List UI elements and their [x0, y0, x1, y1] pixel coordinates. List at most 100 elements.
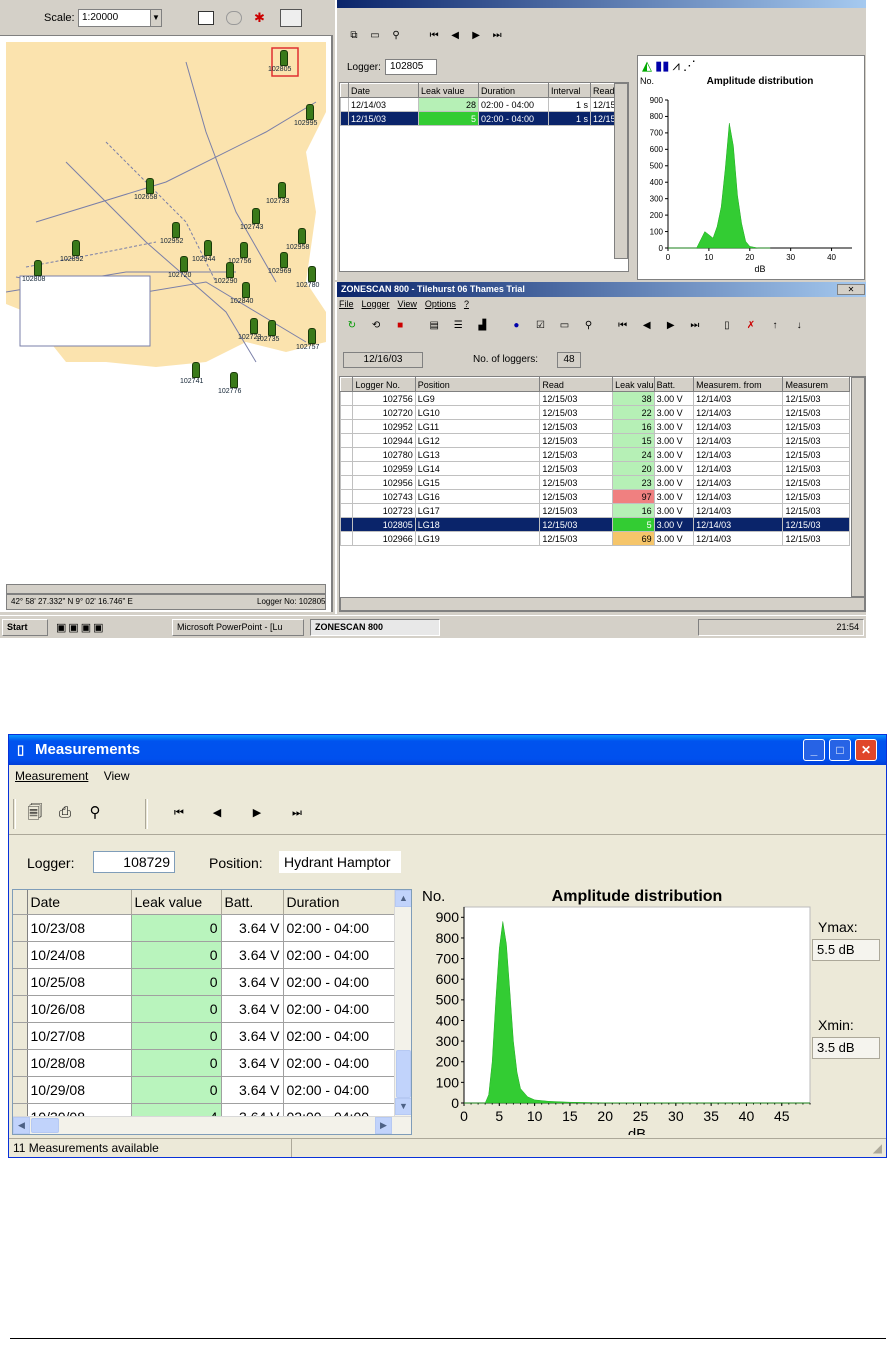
print-icon[interactable]: ▭ — [556, 318, 574, 334]
column-header[interactable]: Duration — [283, 890, 395, 915]
table-row[interactable]: 102952 LG11 12/15/03 16 3.00 V 12/14/03 12/15/… — [340, 419, 850, 434]
scroll-up-icon[interactable]: ▲ — [395, 890, 411, 907]
map-hscrollbar[interactable] — [6, 584, 326, 594]
logger-pin[interactable] — [252, 208, 260, 224]
logger-pin[interactable] — [72, 240, 80, 256]
logger-pin[interactable] — [242, 282, 250, 298]
column-header[interactable]: Measurem. from — [693, 377, 784, 392]
minimize-button[interactable]: _ — [803, 739, 825, 761]
logger-field[interactable]: 108729 — [93, 851, 175, 873]
first-icon[interactable]: ⏮ — [614, 318, 632, 334]
last-record-icon[interactable]: ⏭ — [285, 801, 309, 825]
table-row[interactable]: 102805 LG18 12/15/03 5 3.00 V 12/14/03 12/15/0… — [340, 517, 850, 532]
scatter-chart-icon[interactable]: ⋰ — [683, 58, 696, 74]
table-row[interactable]: 10/23/08 0 3.64 V 02:00 - 04:00 — [13, 914, 395, 942]
menu-view[interactable]: View — [104, 769, 130, 783]
column-header[interactable]: Interval — [548, 83, 591, 98]
loggers-hscroll[interactable] — [340, 597, 865, 611]
table-row[interactable]: 10/29/08 0 3.64 V 02:00 - 04:00 — [13, 1076, 395, 1104]
print-icon[interactable]: ▭ — [366, 28, 384, 44]
next-icon[interactable]: ▶ — [467, 28, 485, 44]
table-row[interactable]: 102956 LG15 12/15/03 23 3.00 V 12/14/03 12/15/… — [340, 475, 850, 490]
logger-icon[interactable]: ▯ — [718, 318, 736, 334]
start-button[interactable]: Start — [2, 619, 48, 636]
logger-pin[interactable] — [226, 262, 234, 278]
maximize-button[interactable]: □ — [829, 739, 851, 761]
scroll-left-icon[interactable]: ◀ — [13, 1117, 30, 1134]
pin-icon[interactable]: ✱ — [254, 10, 270, 26]
down-icon[interactable]: ↓ — [790, 318, 808, 334]
previous-record-icon[interactable]: ◀ — [205, 801, 229, 825]
logger-pin[interactable] — [204, 240, 212, 256]
close-button[interactable]: ✕ — [855, 739, 877, 761]
map-canvas[interactable]: 102805 102995 102733 102658 102743 102952 1029… — [6, 42, 326, 584]
chevron-down-icon[interactable]: ▼ — [150, 10, 161, 26]
bar-chart-icon[interactable]: ▮▮ — [655, 58, 669, 74]
logger-pin[interactable] — [34, 260, 42, 276]
tree-icon[interactable]: ⧉ — [345, 28, 363, 44]
check-icon[interactable]: ☑ — [531, 318, 549, 334]
logger-pin[interactable] — [250, 318, 258, 334]
table-row[interactable]: 102944 LG12 12/15/03 15 3.00 V 12/14/03 12/15/… — [340, 433, 850, 448]
area-chart-icon[interactable]: ◭ — [642, 58, 652, 74]
close-button[interactable]: ✕ — [837, 284, 865, 295]
stop-icon[interactable]: ■ — [391, 318, 409, 334]
column-header[interactable]: Measurem — [782, 377, 850, 392]
prev-icon[interactable]: ◀ — [446, 28, 464, 44]
line-chart-icon[interactable]: ⩘ — [672, 58, 679, 74]
logger-pin[interactable] — [280, 50, 288, 66]
logger-pin[interactable] — [240, 242, 248, 258]
table-icon[interactable]: ▤ — [425, 318, 443, 334]
column-header[interactable]: Position — [414, 377, 541, 392]
up-icon[interactable]: ↑ — [766, 318, 784, 334]
taskbar-zonescan[interactable]: ZONESCAN 800 — [310, 619, 440, 636]
overview-icon[interactable] — [280, 9, 302, 27]
logger-pin[interactable] — [278, 182, 286, 198]
logger-pin[interactable] — [298, 228, 306, 244]
table-hscrollbar[interactable]: ◀ ▶ — [13, 1116, 411, 1134]
table-row[interactable]: 102959 LG14 12/15/03 20 3.00 V 12/14/03 12/15/… — [340, 461, 850, 476]
zoom-icon[interactable]: ⚲ — [387, 28, 405, 44]
column-header[interactable]: Leak value — [418, 83, 479, 98]
table-row[interactable]: 102723 LG17 12/15/03 16 3.00 V 12/14/03 12/15/… — [340, 503, 850, 518]
column-header[interactable]: Leak value — [131, 890, 222, 915]
quicklaunch-icons[interactable]: ▣▣▣▣ — [56, 621, 106, 634]
loggers-vscroll[interactable] — [851, 377, 865, 597]
taskbar-powerpoint[interactable]: Microsoft PowerPoint - [Lu — [172, 619, 304, 636]
logger-pin[interactable] — [180, 256, 188, 272]
position-field[interactable]: Hydrant Hamptor — [279, 851, 401, 873]
logger-pin[interactable] — [146, 178, 154, 194]
prev-icon[interactable]: ◀ — [638, 318, 656, 334]
table-row[interactable]: 102743 LG16 12/15/03 97 3.00 V 12/14/03 12/15/… — [340, 489, 850, 504]
logger-pin[interactable] — [280, 252, 288, 268]
refresh-icon[interactable]: ↻ — [343, 318, 361, 334]
menu-item[interactable]: Options — [425, 299, 456, 309]
table-row[interactable]: 102780 LG13 12/15/03 24 3.00 V 12/14/03 12/15/… — [340, 447, 850, 462]
first-icon[interactable]: ⏮ — [425, 28, 443, 44]
menu-item[interactable]: View — [398, 299, 417, 309]
logger-pin[interactable] — [268, 320, 276, 336]
export-pdf-icon[interactable]: 🗐 — [23, 801, 47, 825]
menu-item[interactable]: Logger — [362, 299, 390, 309]
column-header[interactable]: Date — [348, 83, 419, 98]
logger-pin[interactable] — [308, 266, 316, 282]
zoom-icon[interactable]: ⚲ — [580, 318, 598, 334]
read-icon[interactable]: ⟲ — [367, 318, 385, 334]
logger-pin[interactable] — [192, 362, 200, 378]
scroll-right-icon[interactable]: ▶ — [375, 1117, 392, 1134]
print-icon[interactable]: ⎙ — [53, 801, 77, 825]
logger-pin[interactable] — [230, 372, 238, 388]
scroll-thumb[interactable] — [396, 1050, 411, 1098]
table-row[interactable]: 10/26/08 0 3.64 V 02:00 - 04:00 — [13, 995, 395, 1023]
table-row[interactable]: 102756 LG9 12/15/03 38 3.00 V 12/14/03 12/15/0… — [340, 391, 850, 406]
table-row[interactable]: 10/28/08 0 3.64 V 02:00 - 04:00 — [13, 1049, 395, 1077]
logger-field[interactable]: 102805 — [385, 59, 437, 75]
column-header[interactable]: Date — [27, 890, 132, 915]
column-header[interactable]: Logger No. — [352, 377, 416, 392]
first-record-icon[interactable]: ⏮ — [167, 801, 191, 825]
layer-icon[interactable] — [226, 11, 242, 25]
menu-measurement[interactable]: Measurement — [15, 769, 88, 783]
logger-pin[interactable] — [172, 222, 180, 238]
table-row[interactable]: 102720 LG10 12/15/03 22 3.00 V 12/14/03 12/15/… — [340, 405, 850, 420]
list-icon[interactable]: ☰ — [449, 318, 467, 334]
